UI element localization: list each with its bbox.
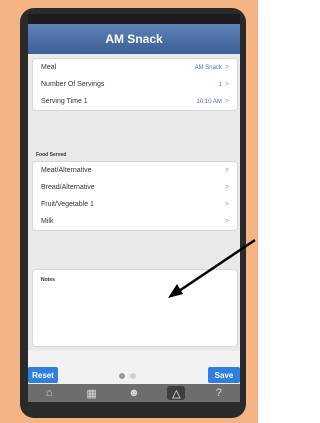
arrow-head (168, 284, 183, 298)
annotation-arrow (168, 238, 256, 298)
screenshot-frame: AM Snack Meal AM Snack > Number Of Servin… (0, 0, 258, 423)
arrow-line (175, 238, 256, 295)
